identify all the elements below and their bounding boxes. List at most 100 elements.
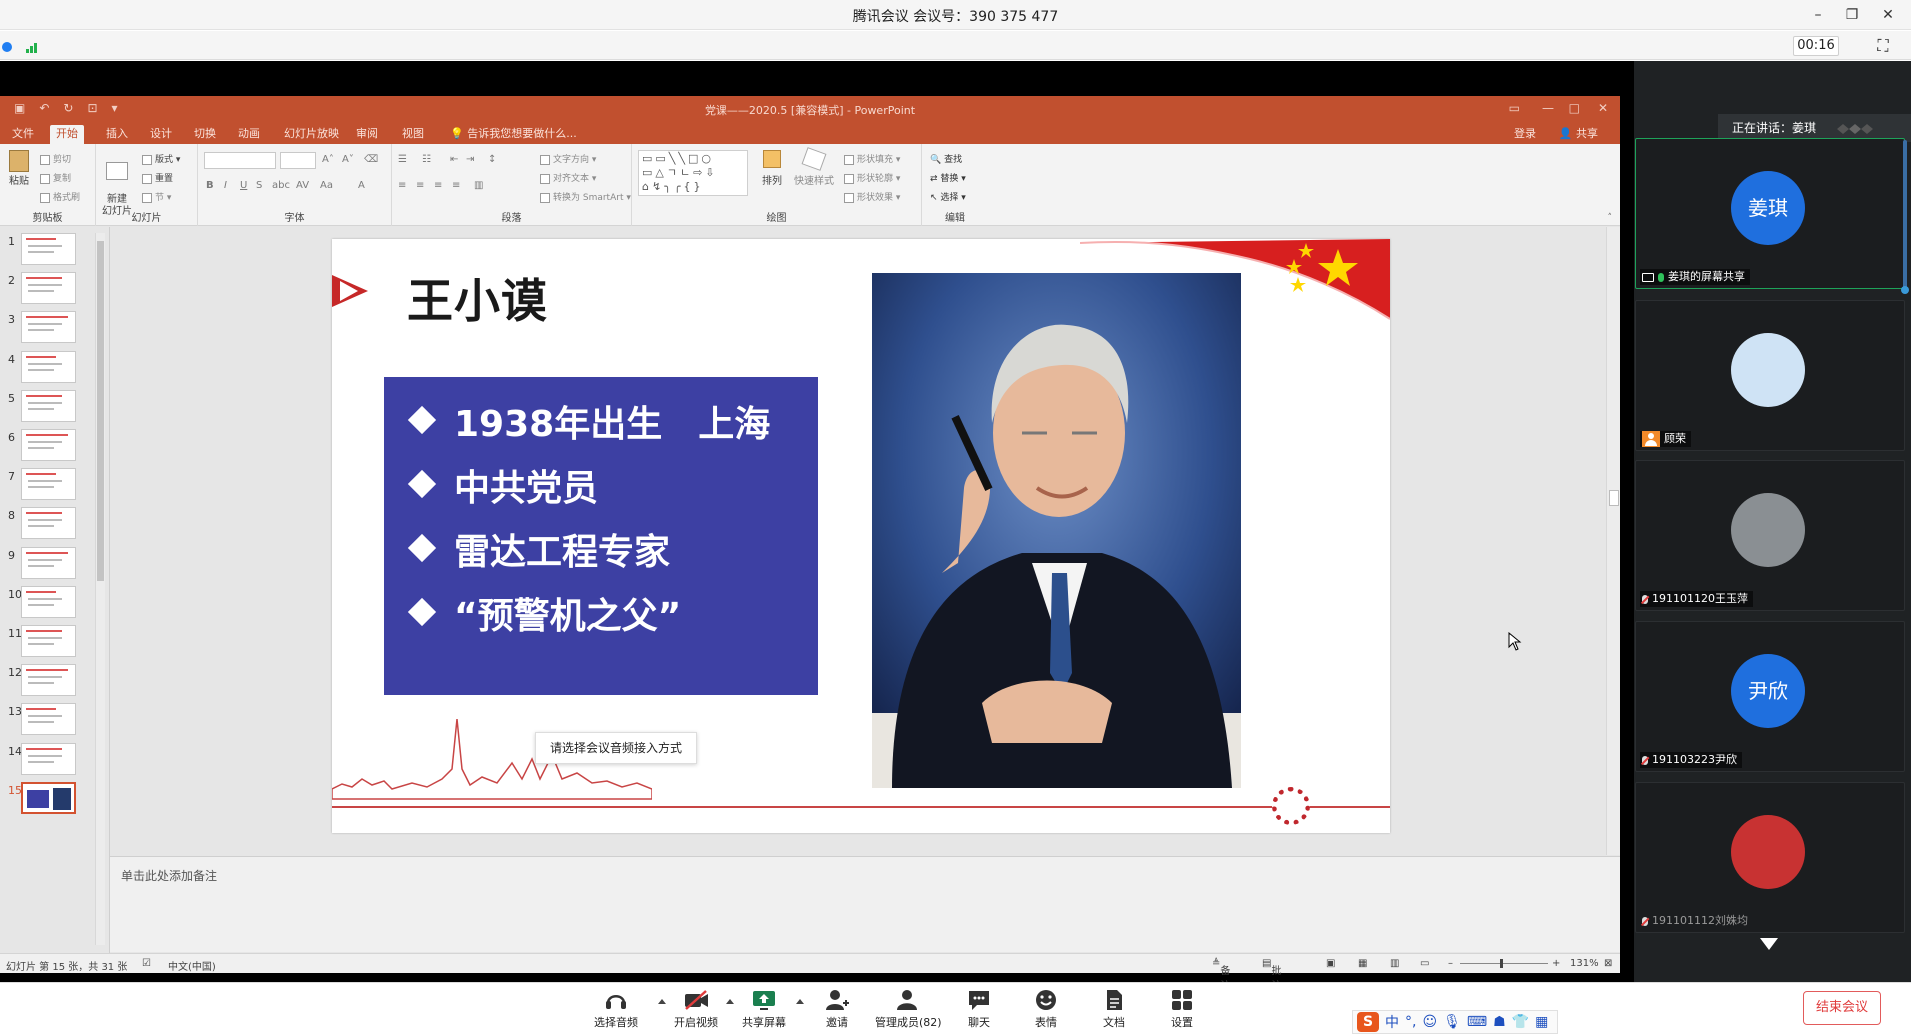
tab-file[interactable]: 文件 (6, 125, 40, 144)
strikethrough-icon[interactable]: abc (272, 180, 290, 191)
settings-button[interactable]: 设置 (1150, 986, 1214, 1032)
login-link[interactable]: 登录 (1514, 125, 1536, 141)
current-slide[interactable]: 王小谟 1938年出生 上海 中共党员 雷达工程专家 “预警机之父” 请选择会议… (332, 239, 1390, 833)
ime-mode-indicator[interactable]: 中 (1385, 1012, 1399, 1032)
minimize-button[interactable]: – (1803, 4, 1833, 26)
line-spacing-icon[interactable]: ↕ (488, 154, 496, 165)
new-slide-button[interactable]: 新建 幻灯片 (100, 150, 134, 218)
paste-button[interactable]: 粘贴 (6, 150, 32, 187)
punctuation-icon[interactable]: °, (1405, 1014, 1416, 1030)
headset-button[interactable]: 选择音频 (584, 986, 648, 1032)
ppt-share-button[interactable]: 👤 共享 (1559, 125, 1598, 141)
align-center-icon[interactable]: ≡ (416, 180, 424, 191)
dropdown-caret-icon[interactable] (796, 999, 804, 1004)
slideshow-view-icon[interactable]: ▭ (1420, 958, 1429, 969)
section-button[interactable]: 节 ▾ (142, 190, 171, 203)
slide-thumbnail[interactable] (21, 468, 76, 501)
ribbon-display-icon[interactable]: ▭ (1509, 101, 1520, 115)
security-shield-icon[interactable] (2, 42, 12, 52)
fullscreen-icon[interactable]: ⛶ (1873, 36, 1893, 56)
clear-format-icon[interactable]: ⌫ (364, 154, 378, 165)
increase-indent-icon[interactable]: ⇥ (466, 154, 474, 165)
spellcheck-icon[interactable]: ☑ (142, 958, 151, 969)
slide-thumbnail[interactable] (21, 350, 76, 383)
shadow-icon[interactable]: S (256, 180, 262, 191)
underline-icon[interactable]: U (240, 180, 247, 191)
restore-button[interactable]: ❐ (1837, 4, 1867, 26)
slide-thumbnail[interactable] (21, 585, 76, 618)
quick-styles-button[interactable]: 快速样式 (792, 147, 836, 187)
notes-pane[interactable]: 单击此处添加备注 (110, 856, 1620, 952)
tab-design[interactable]: 设计 (144, 125, 178, 144)
shape-effects-button[interactable]: 形状效果 ▾ (844, 190, 900, 203)
slide-thumbnail[interactable] (21, 389, 76, 422)
slide-thumbnail[interactable] (21, 272, 76, 305)
find-button[interactable]: 🔍 查找 (930, 152, 962, 165)
justify-icon[interactable]: ≡ (452, 180, 460, 191)
slide-thumbnail[interactable] (21, 664, 76, 697)
chat-button[interactable]: 聊天 (947, 986, 1011, 1032)
network-signal-icon[interactable] (26, 41, 40, 53)
tab-animations[interactable]: 动画 (232, 125, 266, 144)
grow-font-icon[interactable]: A˄ (322, 154, 334, 165)
skin-icon[interactable]: 👕 (1512, 1014, 1529, 1030)
zoom-slider-thumb[interactable] (1500, 959, 1503, 968)
participant-tile[interactable]: 顾荣 (1635, 300, 1905, 451)
slide-thumbnail[interactable] (21, 546, 76, 579)
emoji-ime-icon[interactable]: ☺ (1422, 1014, 1437, 1030)
document-button[interactable]: 文档 (1082, 986, 1146, 1032)
columns-icon[interactable]: ▥ (474, 180, 483, 191)
shapes-gallery[interactable]: ▭▭╲╲□○ ▭△ㄱㄴ⇨⇩ ⌂↯╮╭{} (638, 150, 748, 196)
gallery-scrollbar[interactable] (1901, 140, 1909, 294)
end-meeting-button[interactable]: 结束会议 (1803, 991, 1881, 1025)
close-button[interactable]: ✕ (1873, 4, 1903, 26)
ppt-minimize-icon[interactable]: — (1542, 101, 1554, 115)
normal-view-icon[interactable]: ▣ (1326, 958, 1335, 969)
bullets-icon[interactable]: ☰ (398, 154, 407, 165)
numbering-icon[interactable]: ☷ (422, 154, 431, 165)
user-ime-icon[interactable]: ☗ (1493, 1014, 1506, 1030)
shape-outline-button[interactable]: 形状轮廓 ▾ (844, 171, 900, 184)
arrange-button[interactable]: 排列 (758, 150, 786, 187)
ppt-maximize-icon[interactable]: □ (1569, 101, 1580, 115)
zoom-out-icon[interactable]: – (1448, 958, 1453, 969)
slide-sorter-icon[interactable]: ▦ (1358, 958, 1367, 969)
tab-review[interactable]: 审阅 (350, 125, 384, 144)
tab-insert[interactable]: 插入 (100, 125, 134, 144)
participant-tile[interactable]: 姜琪 姜琪的屏幕共享 (1635, 138, 1905, 289)
tab-view[interactable]: 视图 (396, 125, 430, 144)
bold-icon[interactable]: B (206, 180, 214, 191)
invite-button[interactable]: 邀请 (805, 986, 869, 1032)
members-button[interactable]: 管理成员(82) (875, 986, 942, 1032)
zoom-level[interactable]: 131% (1570, 958, 1599, 969)
participant-tile[interactable]: 191101120王玉萍 (1635, 460, 1905, 611)
emoji-button[interactable]: 表情 (1014, 986, 1078, 1032)
voice-input-icon[interactable]: 🎙 (1443, 1014, 1461, 1030)
align-right-icon[interactable]: ≡ (434, 180, 442, 191)
copy-button[interactable]: 复制 (40, 171, 71, 184)
comments-toggle[interactable]: ▤ 批注 (1262, 958, 1281, 992)
change-case-icon[interactable]: Aa (320, 180, 333, 191)
layout-button[interactable]: 版式 ▾ (142, 152, 180, 165)
thumbnail-scrollbar[interactable] (95, 233, 105, 945)
cut-button[interactable]: 剪切 (40, 152, 71, 165)
zoom-slider[interactable] (1460, 963, 1548, 964)
camera-off-button[interactable]: 开启视频 (664, 986, 728, 1032)
slide-thumbnail[interactable] (21, 625, 76, 657)
char-spacing-icon[interactable]: AV (296, 180, 309, 191)
participant-tile[interactable]: 尹欣 191103223尹欣 (1635, 621, 1905, 772)
slide-vertical-scrollbar[interactable] (1606, 227, 1620, 855)
language-status[interactable]: 中文(中国) (168, 958, 216, 973)
fit-slide-icon[interactable]: ⊠ (1604, 958, 1612, 969)
format-painter-button[interactable]: 格式刷 (40, 190, 80, 203)
keyboard-icon[interactable]: ⌨ (1467, 1014, 1487, 1030)
collapse-ribbon-icon[interactable]: ˄ (1608, 213, 1613, 223)
align-text-button[interactable]: 对齐文本 ▾ (540, 171, 596, 184)
tab-transitions[interactable]: 切换 (188, 125, 222, 144)
scrollbar-knob[interactable] (1609, 490, 1619, 506)
font-color-icon[interactable]: A (358, 180, 365, 191)
font-name-combo[interactable] (204, 152, 276, 169)
reset-button[interactable]: 重置 (142, 171, 173, 184)
ppt-close-icon[interactable]: ✕ (1598, 101, 1608, 115)
gallery-scroll-down-icon[interactable] (1760, 938, 1778, 950)
